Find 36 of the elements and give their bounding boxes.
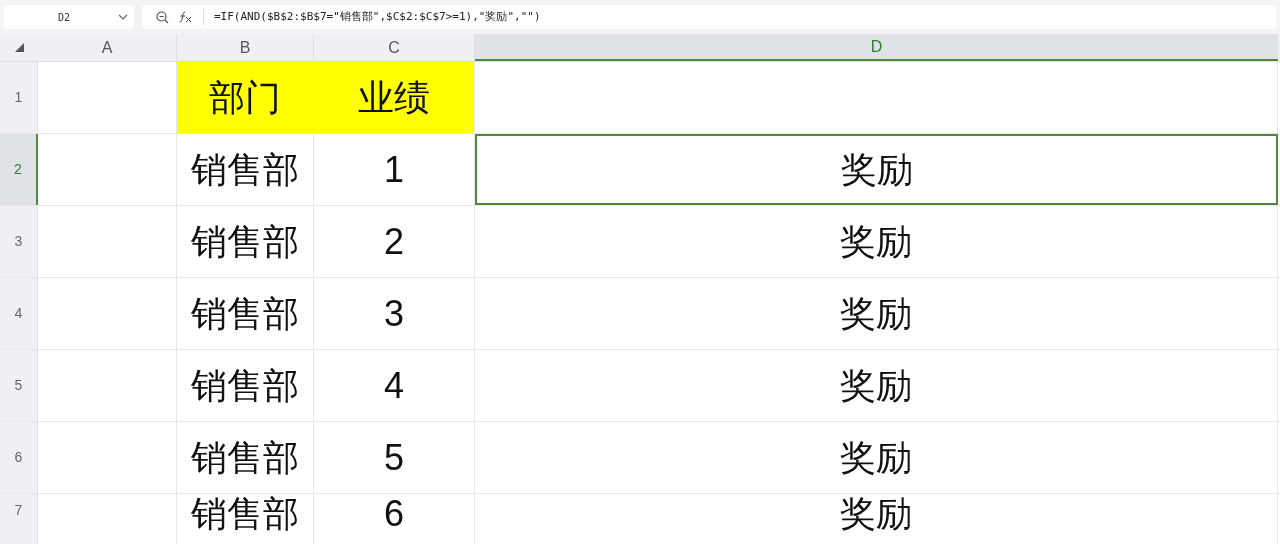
row-header[interactable]: 5 — [0, 350, 38, 421]
row-header[interactable]: 6 — [0, 422, 38, 493]
table-cell: 销售部 — [177, 134, 314, 205]
column-header[interactable]: B — [177, 34, 314, 61]
table-cell: 奖励 — [475, 206, 1278, 277]
table-cell: 业绩 — [314, 62, 475, 133]
table-cell: 奖励 — [475, 278, 1278, 349]
table-cell: 销售部 — [177, 494, 314, 544]
select-all-icon[interactable] — [14, 43, 24, 52]
table-cell: 销售部 — [177, 422, 314, 493]
name-box[interactable]: D2 — [4, 5, 134, 29]
row-header[interactable]: 3 — [0, 206, 38, 277]
table-cell: 3 — [314, 278, 475, 349]
chevron-down-icon — [118, 14, 128, 20]
formula-text[interactable]: =IF(AND($B$2:$B$7="销售部",$C$2:$C$7>=1),"奖励","") — [214, 8, 541, 26]
row-header[interactable]: 4 — [0, 278, 38, 349]
row-header[interactable]: 2 — [0, 134, 38, 205]
table-cell: 销售部 — [177, 206, 314, 277]
zoom-icon[interactable] — [156, 10, 169, 24]
column-header[interactable]: A — [38, 34, 177, 61]
table-cell: 奖励 — [475, 350, 1278, 421]
table-cell: 奖励 — [475, 134, 1278, 205]
table-cell: 1 — [314, 134, 475, 205]
column-header[interactable]: D — [475, 34, 1278, 61]
table-cell: 销售部 — [177, 278, 314, 349]
table-cell: 5 — [314, 422, 475, 493]
table-cell: 4 — [314, 350, 475, 421]
function-icon[interactable] — [179, 10, 193, 24]
table-cell: 奖励 — [475, 422, 1278, 493]
table-cell: 6 — [314, 494, 475, 544]
table-cell: 销售部 — [177, 350, 314, 421]
table-cell: 2 — [314, 206, 475, 277]
table-cell: 奖励 — [475, 494, 1278, 544]
row-header[interactable]: 1 — [0, 62, 38, 133]
row-header[interactable]: 7 — [0, 494, 38, 544]
table-cell: 部门 — [177, 62, 314, 133]
